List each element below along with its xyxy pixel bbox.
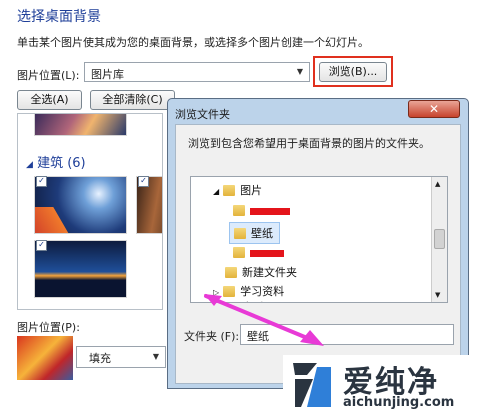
select-all-button[interactable]: 全选(A) [17, 90, 82, 110]
dialog-title: 浏览文件夹 [175, 108, 230, 121]
scroll-up-icon[interactable]: ▲ [435, 180, 440, 188]
page-title: 选择桌面背景 [17, 9, 101, 25]
folder-icon [233, 246, 245, 258]
close-button[interactable]: ✕ [408, 100, 460, 118]
clear-all-button[interactable]: 全部清除(C) [90, 90, 175, 110]
position-select-value: 填充 [89, 352, 111, 365]
position-label: 图片位置(P): [17, 321, 80, 334]
redacted-label [250, 249, 284, 257]
browse-button[interactable]: 浏览(B)... [319, 62, 387, 82]
close-icon: ✕ [428, 102, 440, 116]
group-header[interactable]: ◢ 建筑 (6) [26, 152, 86, 171]
position-preview [17, 336, 73, 380]
folder-icon [223, 184, 236, 196]
watermark-logo-icon [293, 363, 331, 407]
tree-item-selected[interactable]: 壁纸 [229, 222, 280, 244]
watermark-url: aichunjing.com [343, 395, 455, 410]
thumbnail-3-checkbox[interactable]: ✓ [36, 240, 47, 251]
annotation-arrow [204, 294, 324, 346]
folder-icon [234, 227, 246, 239]
dialog-instruction: 浏览到包含您希望用于桌面背景的图片的文件夹。 [188, 137, 430, 150]
page-subtitle: 单击某个图片使其成为您的桌面背景，或选择多个图片创建一个幻灯片。 [17, 36, 369, 49]
collapse-triangle-icon: ◢ [26, 160, 33, 170]
wallpaper-gallery[interactable]: ◢ 建筑 (6) ✓ ✓ ✓ [17, 113, 163, 310]
location-select-value: 图片库 [91, 68, 124, 81]
thumbnail-3[interactable] [34, 240, 127, 298]
chevron-down-icon: ▼ [296, 67, 303, 76]
tree-item[interactable] [233, 246, 284, 259]
folder-icon [225, 266, 237, 278]
redacted-label [250, 207, 290, 215]
folder-icon [233, 204, 245, 216]
thumbnail-partial[interactable] [34, 114, 127, 136]
tree-item[interactable]: 新建文件夹 [225, 264, 297, 280]
location-select[interactable]: 图片库 ▼ [84, 62, 310, 82]
expanded-arrow-icon: ◢ [213, 187, 220, 196]
tree-item[interactable]: ◢ 图片 [213, 182, 262, 198]
thumbnail-1[interactable] [34, 176, 127, 234]
group-name: 建筑 (6) [37, 156, 86, 171]
tree-item[interactable] [233, 204, 290, 217]
thumbnail-1-checkbox[interactable]: ✓ [36, 176, 47, 187]
tree-scrollbar[interactable]: ▲ ▼ [431, 177, 447, 302]
chevron-down-icon: ▼ [152, 352, 159, 361]
watermark: 爱纯净 aichunjing.com [283, 355, 481, 415]
folder-tree[interactable]: ◢图片 壁纸 新建文件夹 ▷学习资料 音乐 ▲ ▼ [190, 176, 448, 303]
location-label: 图片位置(L): [17, 69, 80, 82]
scrollbar-thumb[interactable] [434, 229, 445, 249]
scroll-down-icon[interactable]: ▼ [435, 291, 440, 299]
thumbnail-2-checkbox[interactable]: ✓ [138, 176, 149, 187]
position-select[interactable]: 填充 ▼ [76, 346, 166, 368]
